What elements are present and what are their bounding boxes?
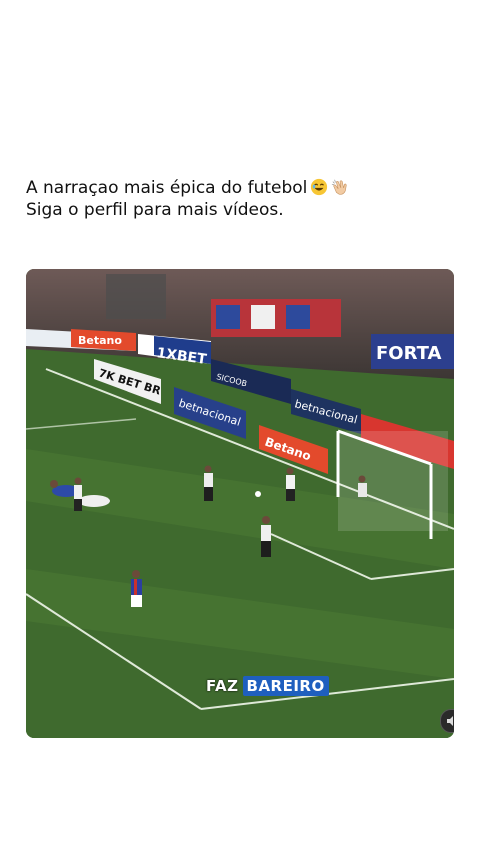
clapping-hands-emoji-icon	[332, 179, 348, 195]
speaker-glyph	[447, 716, 453, 726]
video-subtitle: FAZ BAREIRO	[206, 675, 329, 697]
subtitle-word-1: FAZ	[206, 677, 239, 695]
ball	[255, 491, 261, 497]
mute-speaker-icon[interactable]	[440, 709, 454, 733]
subtitle-word-2-highlight: BAREIRO	[242, 676, 329, 696]
ad-betano-1: Betano	[78, 334, 122, 347]
caption-text-1: A narraçao mais épica do futebol	[26, 178, 308, 198]
video-player[interactable]: FORTA Betano 1XBET SICOOB betnacional 7K…	[26, 269, 454, 738]
post-caption: A narraçao mais épica do futebol Siga o …	[26, 177, 456, 221]
caption-line-1: A narraçao mais épica do futebol	[26, 177, 456, 199]
player-white-1	[74, 477, 82, 511]
laughing-face-emoji-icon	[311, 178, 328, 196]
caption-line-2: Siga o perfil para mais vídeos.	[26, 200, 284, 220]
video-frame: FORTA Betano 1XBET SICOOB betnacional 7K…	[26, 269, 454, 738]
banner-fortaleza-text: FORTA	[376, 343, 442, 364]
